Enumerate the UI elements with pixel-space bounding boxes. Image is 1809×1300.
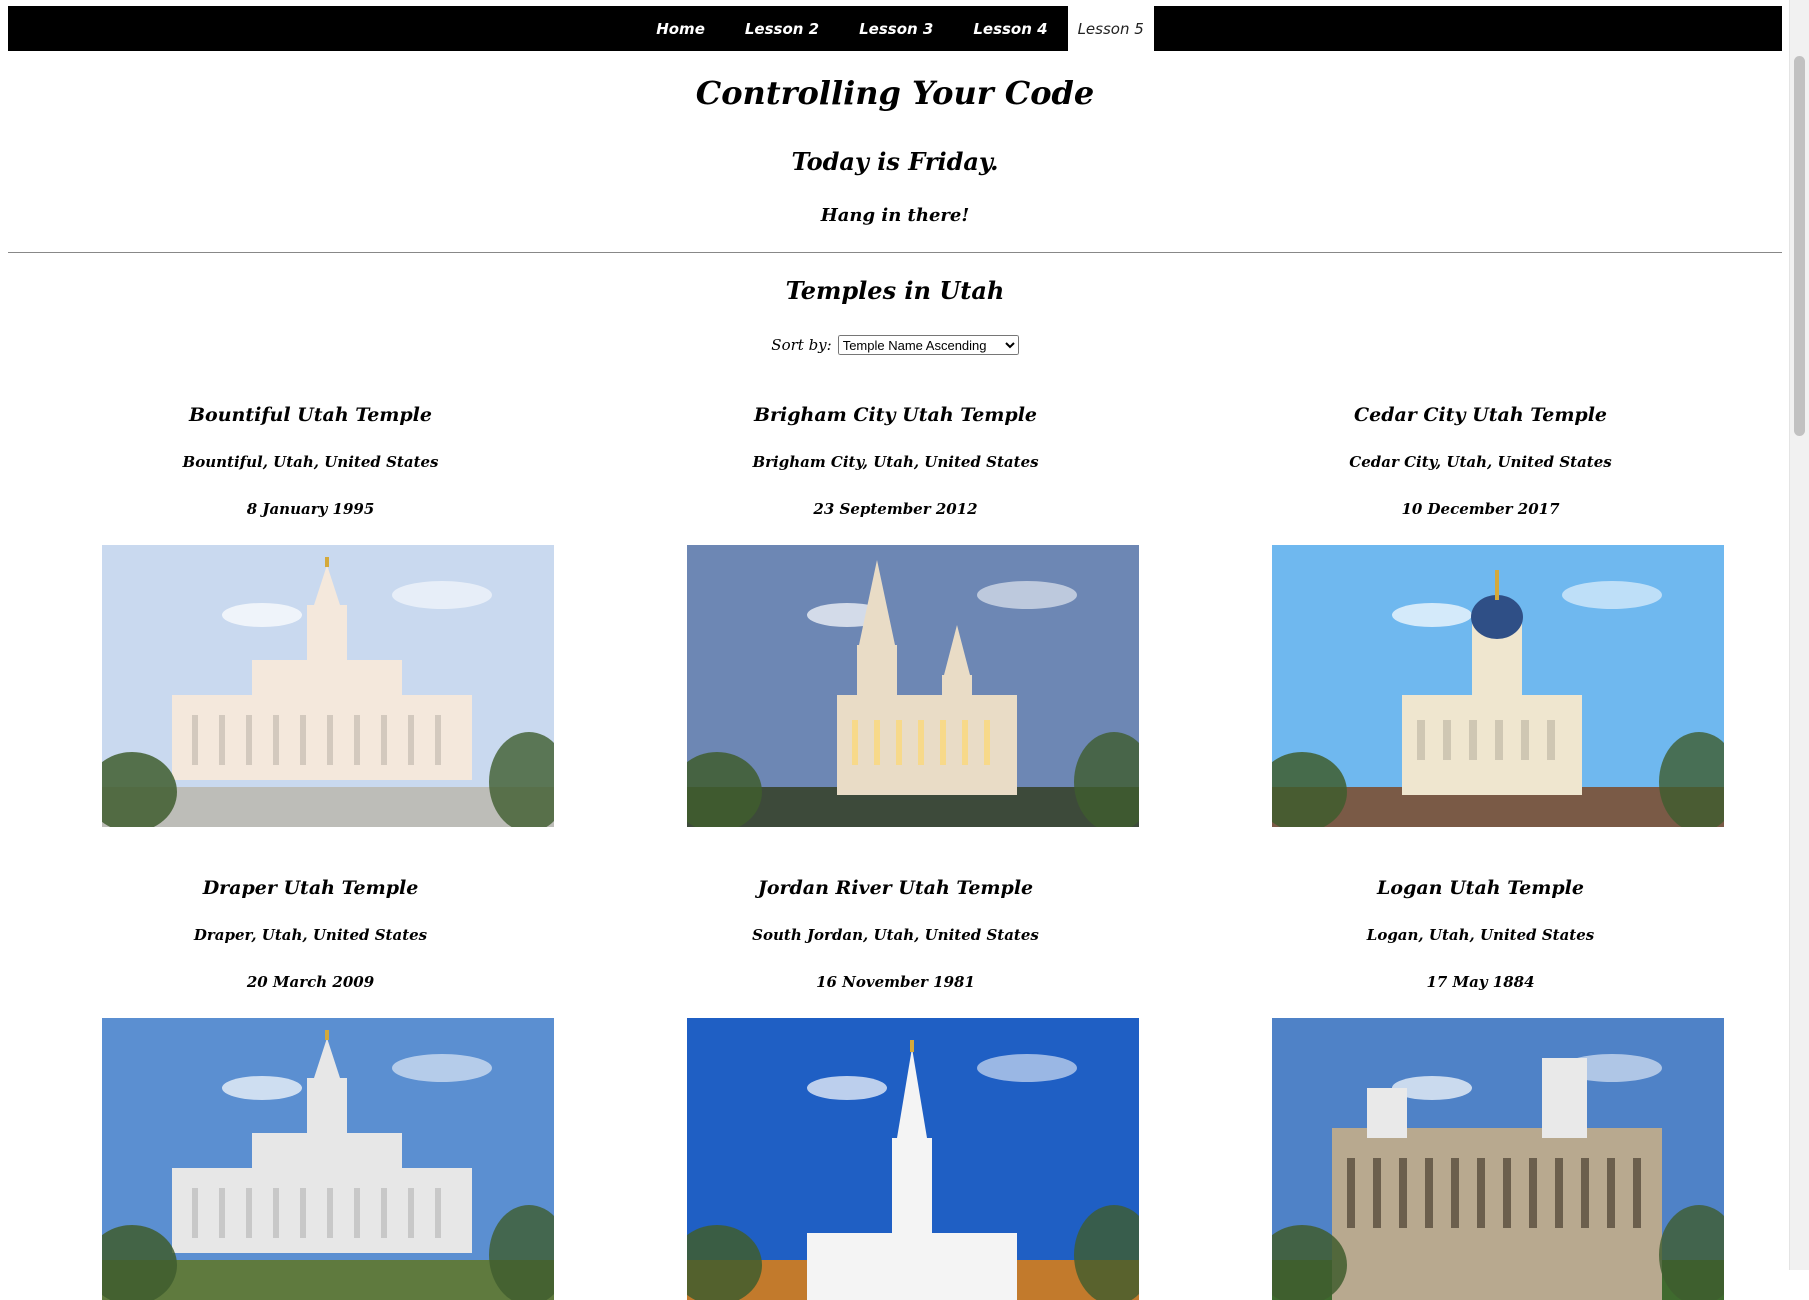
temple-dedication-date: 8 January 1995 xyxy=(246,500,375,518)
temple-name: Jordan River Utah Temple xyxy=(757,877,1034,899)
temple-dedication-date: 10 December 2017 xyxy=(1401,500,1560,518)
temple-location: Cedar City, Utah, United States xyxy=(1349,453,1612,471)
temple-name: Brigham City Utah Temple xyxy=(753,404,1037,426)
sort-control: Sort by: Temple Name Ascending xyxy=(8,335,1782,355)
nav-link-lesson-3[interactable]: Lesson 3 xyxy=(839,6,953,51)
temple-name: Draper Utah Temple xyxy=(202,877,419,899)
page-title: Controlling Your Code xyxy=(695,74,1095,112)
sort-label: Sort by: xyxy=(771,336,832,354)
temple-photo xyxy=(687,545,1139,827)
temple-photo xyxy=(102,1018,554,1300)
day-text: Today is Friday. xyxy=(791,147,999,176)
temple-photo xyxy=(687,1018,1139,1300)
temple-dedication-date: 23 September 2012 xyxy=(813,500,978,518)
temple-dedication-date: 16 November 1981 xyxy=(816,973,975,991)
top-navigation: Home Lesson 2 Lesson 3 Lesson 4 Lesson 5 xyxy=(8,6,1782,51)
section-divider xyxy=(8,252,1782,253)
nav-link-lesson-4[interactable]: Lesson 4 xyxy=(953,6,1067,51)
temples-heading: Temples in Utah xyxy=(785,276,1005,305)
temple-photo xyxy=(102,545,554,827)
temple-photo xyxy=(1272,545,1724,827)
temple-name: Cedar City Utah Temple xyxy=(1353,404,1608,426)
temple-location: South Jordan, Utah, United States xyxy=(752,926,1039,944)
vertical-scrollbar[interactable] xyxy=(1789,0,1809,1270)
encouragement-message: Hang in there! xyxy=(820,205,970,226)
temple-location: Bountiful, Utah, United States xyxy=(182,453,439,471)
temple-photo xyxy=(1272,1018,1724,1300)
temple-name: Bountiful Utah Temple xyxy=(188,404,432,426)
page: Home Lesson 2 Lesson 3 Lesson 4 Lesson 5… xyxy=(0,0,1790,1300)
sort-select[interactable]: Temple Name Ascending xyxy=(837,335,1019,355)
temple-dedication-date: 20 March 2009 xyxy=(246,973,375,991)
nav-link-lesson-5[interactable]: Lesson 5 xyxy=(1067,6,1154,51)
temple-name: Logan Utah Temple xyxy=(1377,877,1584,899)
nav-link-home[interactable]: Home xyxy=(636,6,725,51)
temple-location: Draper, Utah, United States xyxy=(193,926,428,944)
temple-dedication-date: 17 May 1884 xyxy=(1426,973,1535,991)
scrollbar-thumb[interactable] xyxy=(1794,56,1805,436)
temple-location: Logan, Utah, United States xyxy=(1366,926,1595,944)
temple-location: Brigham City, Utah, United States xyxy=(752,453,1039,471)
nav-link-lesson-2[interactable]: Lesson 2 xyxy=(725,6,839,51)
